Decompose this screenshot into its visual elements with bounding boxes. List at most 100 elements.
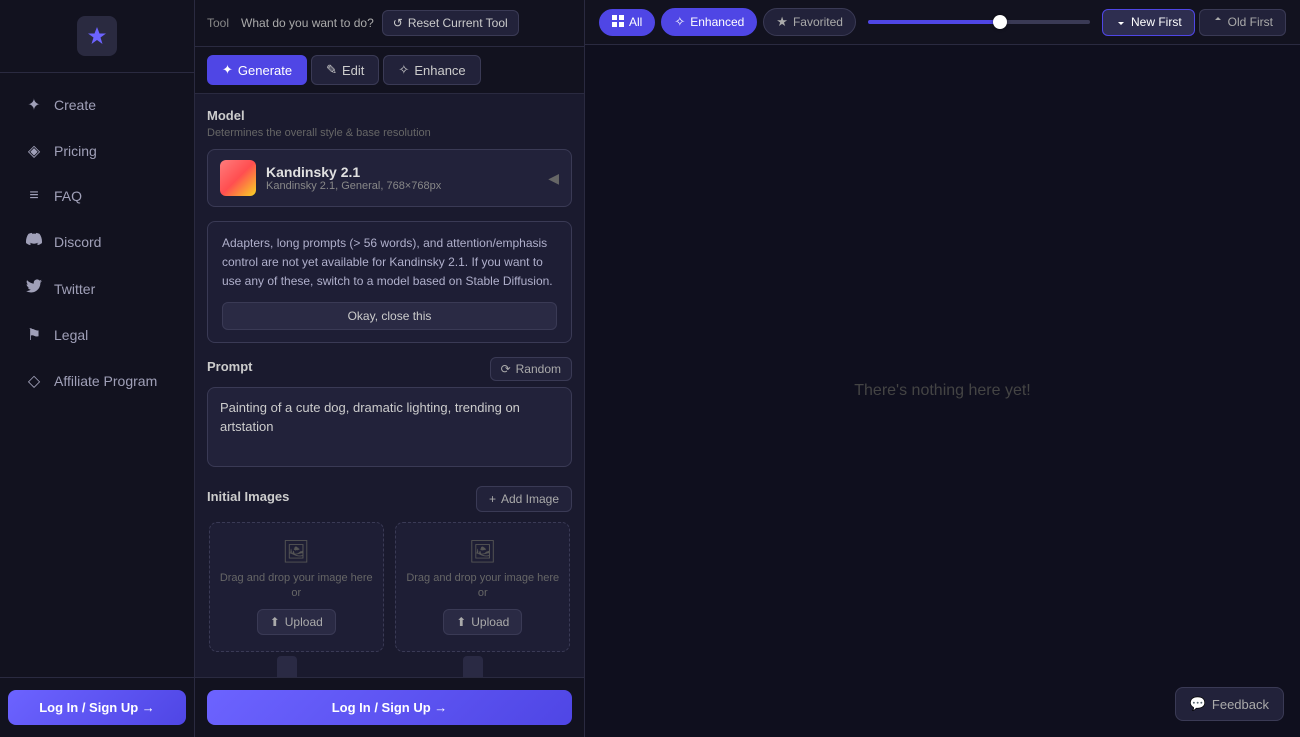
sort-old-icon [1212,15,1224,30]
random-icon: ⟳ [501,362,511,376]
upload-btn-icon-2: ⬆ [456,615,466,629]
slot-slider-2[interactable] [463,656,483,677]
image-slot-2: 🖼 Drag and drop your image here or ⬆ Upl… [394,522,573,677]
sidebar-bottom: Log In / Sign Up → [0,677,194,737]
upload-drag-text-1: Drag and drop your image here [220,571,373,586]
tab-generate[interactable]: ✦ Generate [207,55,307,85]
sidebar-logo [0,0,194,73]
sidebar-item-faq[interactable]: ≡ FAQ [8,175,186,217]
sort-new-label: New First [1131,15,1182,29]
pricing-icon: ◈ [24,141,44,161]
sort-chips: New First Old First [1102,9,1286,36]
filter-favorited-label: Favorited [793,15,843,29]
sidebar-login-button[interactable]: Log In / Sign Up → [8,690,186,725]
right-content: There's nothing here yet! [585,45,1300,737]
upload-icon-1: 🖼 [282,539,310,565]
model-info: Kandinsky 2.1 Kandinsky 2.1, General, 76… [266,164,441,192]
prompt-label: Prompt [207,359,253,374]
filter-all-label: All [629,15,642,29]
action-tabs: ✦ Generate ✎ Edit ✧ Enhance [195,47,584,94]
model-arrow-icon: ◀ [548,170,559,187]
edit-label: Edit [342,63,364,78]
feedback-button[interactable]: 💬 Feedback [1175,687,1284,721]
sidebar: ✦ Create ◈ Pricing ≡ FAQ Discord [0,0,195,737]
enhance-icon: ✧ [398,62,409,78]
upload-area-1[interactable]: 🖼 Drag and drop your image here or ⬆ Upl… [209,522,384,653]
filter-all[interactable]: All [599,9,655,36]
upload-btn-icon-1: ⬆ [270,615,280,629]
tab-enhance[interactable]: ✧ Enhance [383,55,480,85]
image-slots: 🖼 Drag and drop your image here or ⬆ Upl… [207,522,572,677]
upload-area-2[interactable]: 🖼 Drag and drop your image here or ⬆ Upl… [395,522,570,653]
reset-icon: ↺ [393,16,403,30]
enhanced-icon: ✧ [674,14,685,30]
toolbar: Tool What do you want to do? ↺ Reset Cur… [195,0,584,47]
panel-content: Model Determines the overall style & bas… [195,94,584,677]
model-section-label: Model [207,108,572,123]
upload-button-2[interactable]: ⬆ Upload [443,609,522,635]
sidebar-item-legal[interactable]: ⚑ Legal [8,313,186,357]
right-panel: All ✧ Enhanced ★ Favorited New First [585,0,1300,737]
slider-row-1: 1.0 [207,656,386,677]
model-detail: Kandinsky 2.1, General, 768×768px [266,180,441,192]
twitter-icon [24,278,44,299]
initial-images-header: Initial Images + Add Image [207,486,572,512]
reset-tool-button[interactable]: ↺ Reset Current Tool [382,10,519,36]
enhance-label: Enhance [414,63,465,78]
sidebar-item-create[interactable]: ✦ Create [8,83,186,127]
add-image-label: Add Image [501,492,559,506]
tool-label: Tool [207,16,229,30]
sort-new-icon [1115,15,1127,30]
main-login-label: Log In / Sign Up → [332,700,448,715]
random-label: Random [516,362,561,376]
legal-icon: ⚑ [24,325,44,345]
generate-icon: ✦ [222,62,233,78]
sidebar-item-label-discord: Discord [54,234,101,250]
slider-row-2: 1.0 [394,656,573,677]
sidebar-item-discord[interactable]: Discord [8,219,186,264]
main-panel-bottom: Log In / Sign Up → [195,677,584,737]
sidebar-item-label-twitter: Twitter [54,281,95,297]
upload-btn-label-1: Upload [285,615,323,629]
filter-favorited[interactable]: ★ Favorited [763,8,856,36]
sidebar-nav: ✦ Create ◈ Pricing ≡ FAQ Discord [0,73,194,677]
sort-old-label: Old First [1228,15,1273,29]
warning-box: Adapters, long prompts (> 56 words), and… [207,221,572,343]
filter-enhanced[interactable]: ✧ Enhanced [661,8,757,36]
prompt-input[interactable]: Painting of a cute dog, dramatic lightin… [207,387,572,467]
slot-slider-1[interactable] [277,656,297,677]
sidebar-item-label-faq: FAQ [54,188,82,204]
model-card[interactable]: Kandinsky 2.1 Kandinsky 2.1, General, 76… [207,149,572,207]
sort-old-first[interactable]: Old First [1199,9,1286,36]
upload-button-1[interactable]: ⬆ Upload [257,609,336,635]
sidebar-item-label-pricing: Pricing [54,143,97,159]
add-image-button[interactable]: + Add Image [476,486,572,512]
tab-edit[interactable]: ✎ Edit [311,55,379,85]
all-icon [612,15,624,30]
sort-new-first[interactable]: New First [1102,9,1195,36]
main-login-button[interactable]: Log In / Sign Up → [207,690,572,725]
model-section-sublabel: Determines the overall style & base reso… [207,127,572,139]
random-button[interactable]: ⟳ Random [490,357,572,381]
model-section: Model Determines the overall style & bas… [207,108,572,207]
main-panel: Tool What do you want to do? ↺ Reset Cur… [195,0,585,737]
create-icon: ✦ [24,95,44,115]
sidebar-item-label-create: Create [54,97,96,113]
sidebar-item-pricing[interactable]: ◈ Pricing [8,129,186,173]
right-toolbar: All ✧ Enhanced ★ Favorited New First [585,0,1300,45]
close-warning-button[interactable]: Okay, close this [222,302,557,330]
sidebar-item-label-affiliate: Affiliate Program [54,373,157,389]
app-logo-icon [77,16,117,56]
slider-container [862,20,1096,24]
favorited-icon: ★ [776,14,788,30]
sidebar-item-affiliate[interactable]: ◇ Affiliate Program [8,359,186,403]
faq-icon: ≡ [24,187,44,205]
sidebar-login-label: Log In / Sign Up → [39,700,155,715]
zoom-slider[interactable] [868,20,1090,24]
affiliate-icon: ◇ [24,371,44,391]
upload-btn-label-2: Upload [471,615,509,629]
sidebar-item-twitter[interactable]: Twitter [8,266,186,311]
upload-or-text-1: or [291,586,301,601]
upload-icon-2: 🖼 [469,539,497,565]
reset-label: Reset Current Tool [408,16,508,30]
